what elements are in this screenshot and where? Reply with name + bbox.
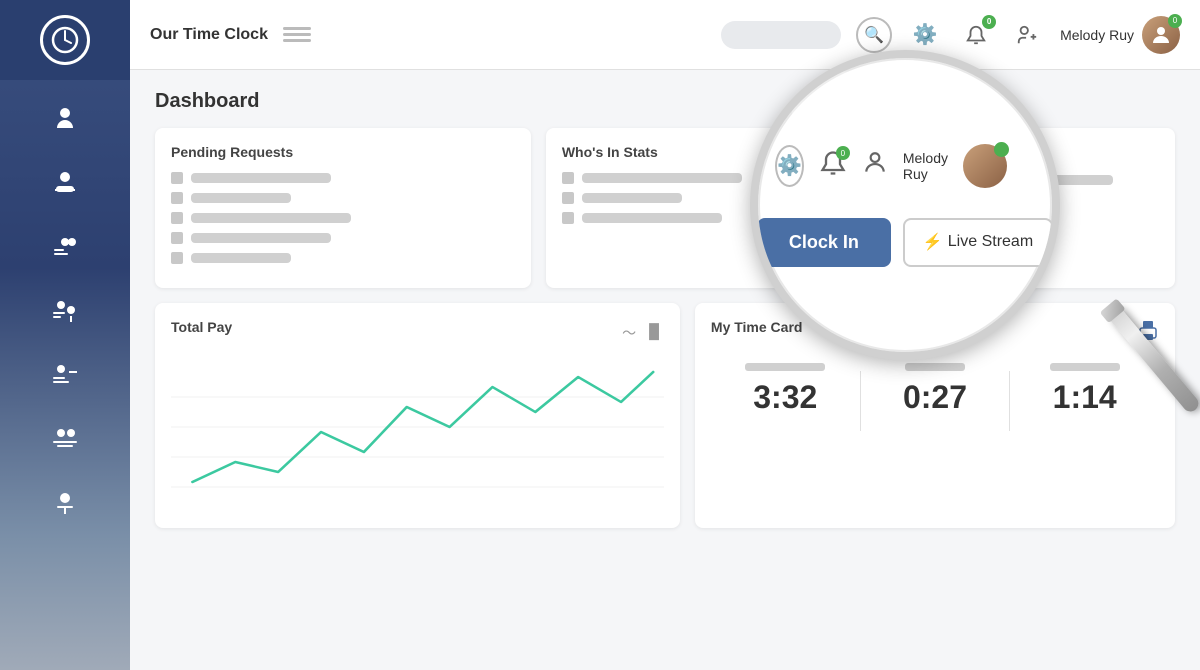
- topbar-search-button[interactable]: 🔍: [856, 17, 892, 53]
- sidebar-item-schedule[interactable]: [0, 218, 130, 274]
- user-name: Melody Ruy: [1060, 27, 1134, 43]
- avatar-badge: 0: [1168, 14, 1182, 28]
- sidebar: [0, 0, 130, 670]
- settings-icon: [47, 356, 83, 392]
- dashboard-title: Dashboard: [155, 90, 1175, 113]
- total-pay-widget: Total Pay 〜 ▐▌: [155, 303, 680, 528]
- sidebar-item-home[interactable]: [0, 90, 130, 146]
- sidebar-nav: [0, 80, 130, 540]
- help-icon: [47, 484, 83, 520]
- total-pay-title: Total Pay: [171, 319, 232, 335]
- user-avatar-wrapper: 0: [1142, 16, 1180, 54]
- sidebar-item-settings[interactable]: [0, 346, 130, 402]
- stat-2-value: 0:27: [903, 379, 967, 416]
- stat-1-value: 3:32: [753, 379, 817, 416]
- app-container: Our Time Clock 🔍 ⚙️ 0 Mel: [0, 0, 1200, 670]
- logo-icon: [40, 15, 90, 65]
- topbar-divider: [283, 27, 311, 42]
- topbar-user-add-button[interactable]: [1009, 17, 1045, 53]
- topbar: Our Time Clock 🔍 ⚙️ 0 Mel: [130, 0, 1200, 70]
- stat-1-label: [745, 363, 825, 371]
- timecard-stat-3: 1:14: [1010, 363, 1159, 416]
- pending-requests-title: Pending Requests: [171, 144, 515, 160]
- bar-chart-icon[interactable]: ▐▌: [644, 323, 664, 343]
- timecard-header: My Time Card: [711, 319, 1159, 347]
- pending-requests-widget: Pending Requests: [155, 128, 531, 288]
- sidebar-item-tools[interactable]: [0, 410, 130, 466]
- whos-in-stats-title: Who's In Stats: [562, 144, 906, 160]
- timecard-stat-2: 0:27: [861, 363, 1010, 416]
- stat-2-label: [905, 363, 965, 371]
- topbar-search-bar[interactable]: [721, 21, 841, 49]
- whos-in-stats-widget: Who's In Stats: [546, 128, 922, 288]
- sidebar-logo: [0, 0, 130, 80]
- chart-area: [171, 357, 664, 512]
- reports-icon: [47, 292, 83, 328]
- chart-icons: 〜 ▐▌: [622, 323, 664, 343]
- topbar-settings-button[interactable]: ⚙️: [907, 17, 943, 53]
- stat-3-value: 1:14: [1053, 379, 1117, 416]
- tools-icon: [47, 420, 83, 456]
- add-widget: + Add: [937, 128, 1175, 288]
- user-info[interactable]: Melody Ruy 0: [1060, 16, 1180, 54]
- home-icon: [47, 100, 83, 136]
- add-widget-placeholder: [953, 174, 1159, 272]
- bottom-widgets-row: Total Pay 〜 ▐▌: [155, 303, 1175, 528]
- chart-header: Total Pay 〜 ▐▌: [171, 319, 664, 347]
- main-content: Our Time Clock 🔍 ⚙️ 0 Mel: [130, 0, 1200, 670]
- app-title: Our Time Clock: [150, 26, 268, 44]
- my-time-card-title: My Time Card: [711, 319, 803, 335]
- line-chart-icon[interactable]: 〜: [622, 323, 636, 343]
- top-widgets-row: Pending Requests Who's In Stats: [155, 128, 1175, 288]
- stat-3-label: [1050, 363, 1120, 371]
- dashboard: Dashboard Pending Requests Who's In Stat…: [130, 70, 1200, 670]
- timecard-stat-1: 3:32: [711, 363, 860, 416]
- my-time-card-widget: My Time Card 3:32: [695, 303, 1175, 528]
- add-widget-button[interactable]: + Add: [953, 144, 1159, 164]
- topbar-notifications-button[interactable]: 0: [958, 17, 994, 53]
- timecard-stats: 3:32 0:27 1:14: [711, 363, 1159, 431]
- notification-badge: 0: [982, 15, 996, 29]
- employees-icon: [47, 164, 83, 200]
- sidebar-item-reports[interactable]: [0, 282, 130, 338]
- timecard-print-icon[interactable]: [1137, 321, 1159, 346]
- add-widget-label: Add: [979, 146, 1004, 162]
- line-chart-svg: [171, 357, 664, 512]
- schedule-icon: [47, 228, 83, 264]
- add-circle-icon: +: [953, 144, 973, 164]
- sidebar-item-employees[interactable]: [0, 154, 130, 210]
- sidebar-item-help[interactable]: [0, 474, 130, 530]
